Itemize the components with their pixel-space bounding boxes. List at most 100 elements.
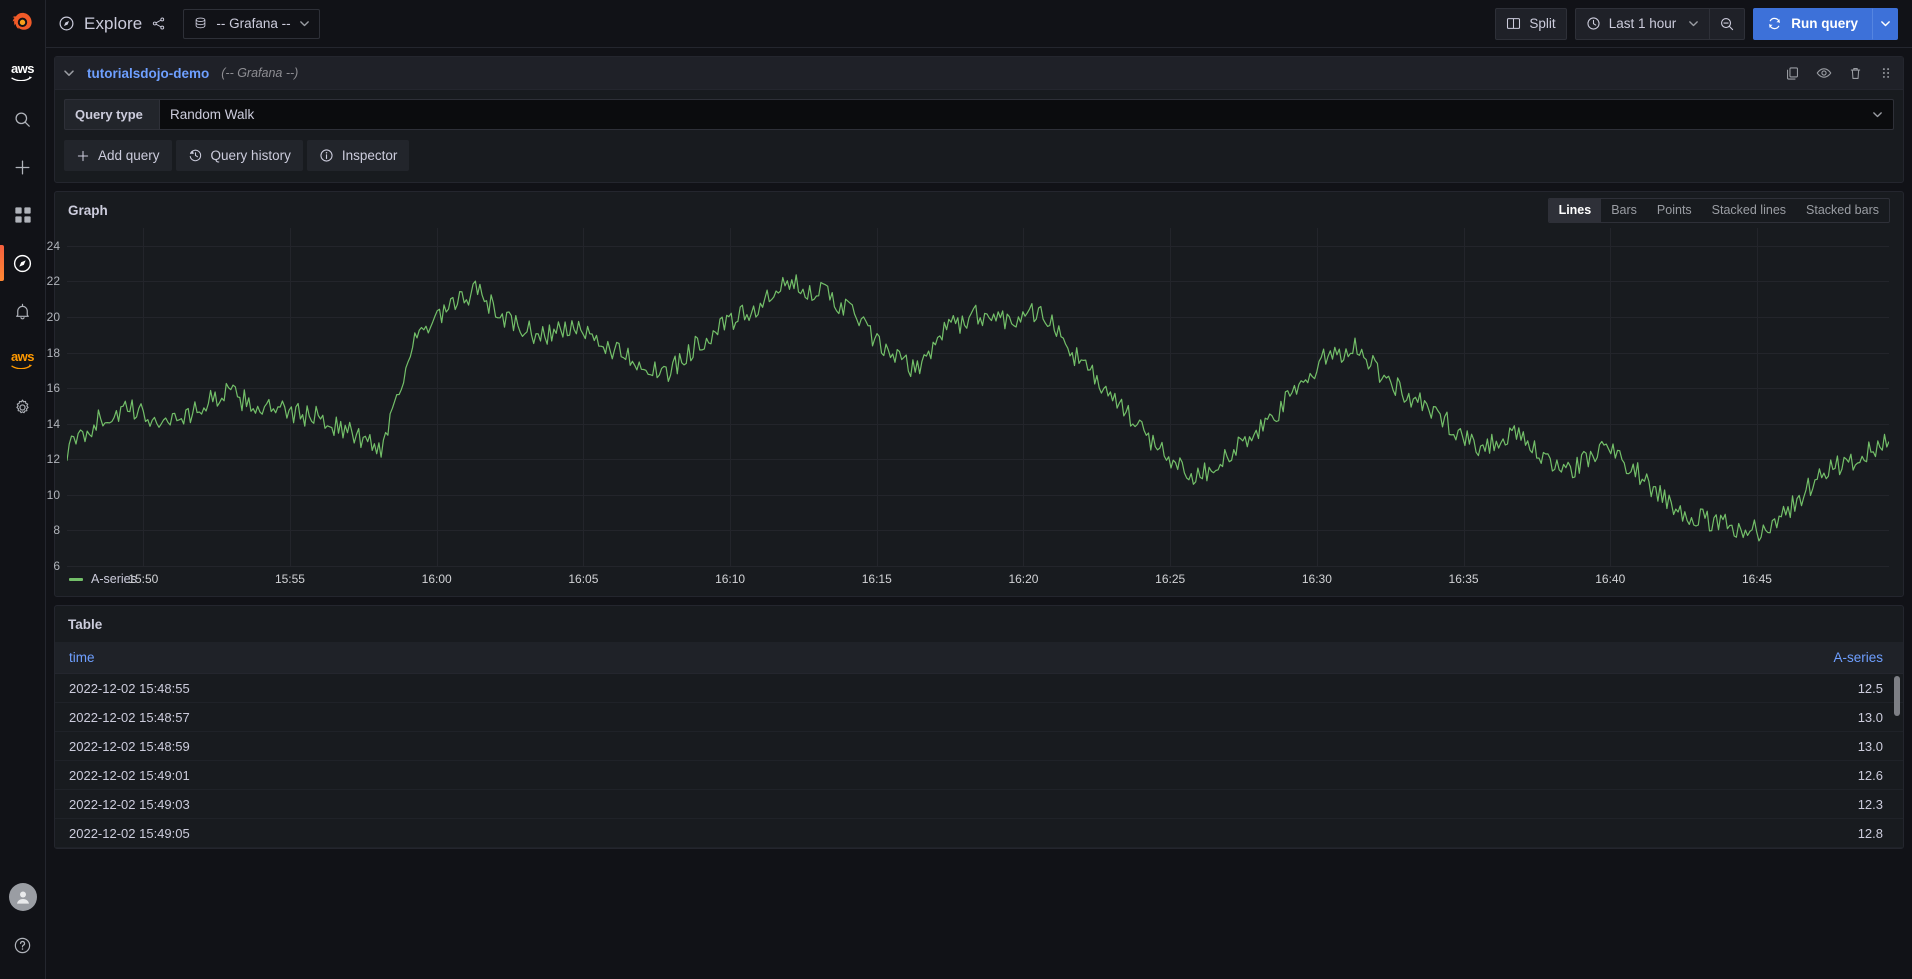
table-row[interactable]: 2022-12-02 15:48:5913.0	[55, 732, 1903, 761]
query-history-label: Query history	[211, 148, 291, 163]
chevron-down-icon	[299, 18, 310, 29]
main-sidebar: aws	[0, 0, 46, 979]
table-scroll-container: time A-series 2022-12-02 15:48:5512.5202…	[55, 642, 1903, 848]
grid-icon	[14, 206, 32, 224]
inspector-label: Inspector	[342, 148, 398, 163]
aws-swoosh-icon	[11, 75, 33, 81]
sidebar-item-explore[interactable]	[0, 239, 46, 287]
y-axis-tick-label: 20	[47, 310, 60, 324]
trash-icon[interactable]	[1848, 66, 1863, 81]
table-column-header-time[interactable]: time	[55, 650, 109, 665]
query-editor-card: tutorialsdojo-demo (-- Grafana --)	[54, 56, 1904, 183]
y-axis-tick-label: 12	[47, 452, 60, 466]
series-line-a-series	[67, 275, 1889, 541]
graph-plot-area[interactable]: 68101214161820222415:5015:5516:0016:0516…	[67, 228, 1889, 566]
query-action-buttons: Add query Query history	[55, 130, 1903, 182]
run-query-button[interactable]: Run query	[1753, 8, 1872, 40]
x-axis-tick-label: 15:50	[128, 572, 158, 586]
sidebar-item-dashboards[interactable]	[0, 191, 46, 239]
add-query-label: Add query	[98, 148, 160, 163]
query-type-value: Random Walk	[170, 107, 254, 122]
grafana-logo-icon[interactable]	[0, 0, 46, 47]
sidebar-item-aws[interactable]: aws	[0, 335, 46, 383]
query-ref-id[interactable]: tutorialsdojo-demo	[87, 66, 209, 81]
chart-svg	[67, 228, 1889, 566]
sidebar-brand-aws-top: aws	[0, 47, 46, 95]
sidebar-item-settings[interactable]	[0, 383, 46, 431]
chevron-down-icon	[1872, 109, 1883, 120]
table-row[interactable]: 2022-12-02 15:48:5713.0	[55, 703, 1903, 732]
chevron-down-icon	[1880, 18, 1891, 29]
zoom-out-icon	[1719, 16, 1735, 32]
avatar	[9, 883, 37, 911]
help-circle-icon	[13, 936, 32, 955]
viz-mode-stacked-bars[interactable]: Stacked bars	[1796, 199, 1889, 222]
x-axis-tick-label: 16:00	[422, 572, 452, 586]
legend-color-swatch	[69, 578, 83, 581]
inspector-button[interactable]: Inspector	[307, 140, 410, 171]
graph-legend: A-series	[55, 566, 1903, 596]
graph-panel-title: Graph	[68, 203, 108, 218]
plus-icon	[76, 149, 90, 163]
table-cell-value: 12.8	[1844, 826, 1903, 841]
add-query-button[interactable]: Add query	[64, 140, 172, 171]
x-axis-tick-label: 16:25	[1155, 572, 1185, 586]
share-icon[interactable]	[151, 16, 166, 31]
sidebar-item-create[interactable]	[0, 143, 46, 191]
table-cell-time: 2022-12-02 15:48:57	[55, 710, 204, 725]
query-history-button[interactable]: Query history	[176, 140, 303, 171]
compass-icon	[12, 253, 33, 274]
x-axis-tick-label: 16:30	[1302, 572, 1332, 586]
split-button[interactable]: Split	[1495, 8, 1566, 40]
drag-handle-icon[interactable]	[1879, 66, 1893, 80]
table-row[interactable]: 2022-12-02 15:48:5512.5	[55, 674, 1903, 703]
sidebar-item-profile[interactable]	[0, 873, 46, 921]
x-axis-tick-label: 16:20	[1008, 572, 1038, 586]
navbar-left: Explore -- Grafana --	[58, 9, 320, 39]
sidebar-item-help[interactable]	[0, 921, 46, 969]
time-range-picker[interactable]: Last 1 hour	[1575, 8, 1710, 40]
visualization-mode-radio-group: LinesBarsPointsStacked linesStacked bars	[1548, 198, 1890, 223]
x-axis-tick-label: 16:45	[1742, 572, 1772, 586]
table-cell-time: 2022-12-02 15:49:01	[55, 768, 204, 783]
table-body: 2022-12-02 15:48:5512.52022-12-02 15:48:…	[55, 674, 1903, 848]
main-content: Explore -- Grafana --	[46, 0, 1912, 979]
copy-icon[interactable]	[1785, 66, 1800, 81]
y-axis-tick-label: 24	[47, 239, 60, 253]
graph-panel-header: Graph LinesBarsPointsStacked linesStacke…	[55, 192, 1903, 228]
sidebar-item-search[interactable]	[0, 95, 46, 143]
table-column-header-a-series[interactable]: A-series	[1819, 650, 1903, 665]
table-panel-title: Table	[68, 617, 102, 632]
viz-mode-points[interactable]: Points	[1647, 199, 1702, 222]
y-axis-tick-label: 6	[53, 559, 60, 573]
datasource-picker[interactable]: -- Grafana --	[183, 9, 319, 39]
run-query-options-button[interactable]	[1872, 8, 1898, 40]
graph-panel: Graph LinesBarsPointsStacked linesStacke…	[54, 191, 1904, 597]
table-row[interactable]: 2022-12-02 15:49:05 12.8	[55, 819, 1903, 848]
table-row[interactable]: 2022-12-02 15:49:01 12.6	[55, 761, 1903, 790]
aws-logo-icon: aws	[11, 62, 34, 75]
table-cell-value: 12.6	[1844, 768, 1903, 783]
chevron-down-icon	[1688, 18, 1699, 29]
table-cell-time: 2022-12-02 15:49:05	[55, 826, 204, 841]
table-scrollbar[interactable]	[1894, 676, 1900, 716]
zoom-out-button[interactable]	[1709, 8, 1745, 40]
viz-mode-bars[interactable]: Bars	[1601, 199, 1647, 222]
query-type-select[interactable]: Random Walk	[159, 99, 1894, 130]
clock-icon	[1586, 16, 1601, 31]
plus-icon	[13, 158, 32, 177]
query-type-label: Query type	[64, 99, 159, 130]
query-editor-body: Query type Random Walk	[55, 90, 1903, 130]
chevron-down-icon[interactable]	[63, 67, 75, 79]
eye-icon[interactable]	[1816, 65, 1832, 81]
y-axis-tick-label: 8	[53, 523, 60, 537]
table-row[interactable]: 2022-12-02 15:49:0312.3	[55, 790, 1903, 819]
table-cell-time: 2022-12-02 15:48:55	[55, 681, 204, 696]
viz-mode-lines[interactable]: Lines	[1549, 199, 1602, 222]
sidebar-item-alerting[interactable]	[0, 287, 46, 335]
run-query-group: Run query	[1753, 8, 1898, 40]
table-panel-header: Table	[55, 606, 1903, 642]
datasource-value: -- Grafana --	[216, 16, 290, 31]
viz-mode-stacked-lines[interactable]: Stacked lines	[1702, 199, 1796, 222]
y-axis-tick-label: 22	[47, 274, 60, 288]
